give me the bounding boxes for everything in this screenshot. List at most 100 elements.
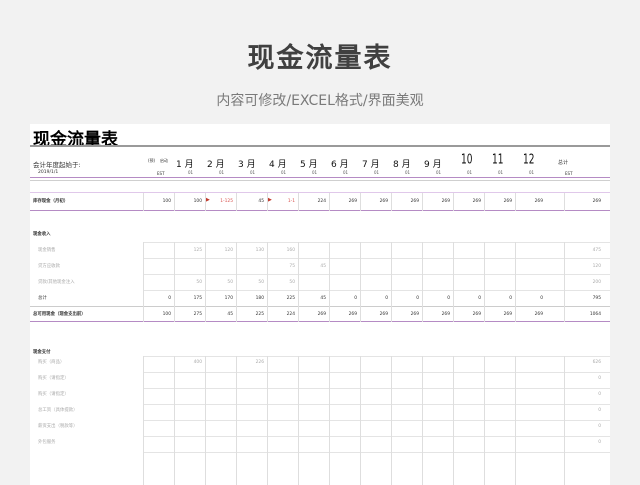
month-value-6: 269 — [348, 312, 357, 317]
flag-icon: ▶ — [206, 197, 210, 203]
month-value-1: 125 — [193, 248, 202, 253]
column-divider — [236, 242, 237, 306]
month-header-8: 8 月 — [393, 160, 411, 170]
income-row-label: 现金销售 — [38, 248, 56, 253]
page-subtitle: 内容可修改/EXCEL格式/界面美观 — [216, 93, 424, 109]
pre-start-sub: EST — [157, 171, 165, 176]
column-divider — [360, 356, 361, 485]
month-header-7: 7 月 — [362, 160, 380, 170]
income-row-label: 贷方应收款 — [38, 264, 60, 269]
month-value-6: 0 — [354, 296, 357, 301]
month-sub-10: 01 — [467, 170, 473, 175]
expense-header: 现金支付 — [33, 350, 51, 355]
column-divider — [205, 356, 206, 485]
column-divider — [143, 193, 144, 211]
title-rule — [30, 145, 610, 147]
month-header-6: 6 月 — [331, 160, 349, 170]
expense-row-label: 购买（请指定） — [38, 392, 69, 397]
income-row-divider — [143, 258, 610, 259]
total-value: 0 — [598, 440, 601, 445]
total-value: 200 — [592, 280, 601, 285]
month-header-3: 3 月 — [238, 160, 256, 170]
month-sub-8: 01 — [405, 170, 411, 175]
expense-row-divider — [143, 436, 610, 437]
month-sub-1: 01 — [188, 170, 194, 175]
column-divider — [174, 193, 175, 211]
total-value: 795 — [592, 296, 601, 301]
month-value-4: 75 — [289, 264, 295, 269]
pre-start-label: 启动 — [160, 158, 168, 163]
month-value-7: 269 — [379, 312, 388, 317]
page-title: 现金流量表 — [247, 43, 393, 74]
month-value-2: 170 — [224, 296, 233, 301]
column-divider — [484, 242, 485, 306]
month-value-5: 269 — [317, 312, 326, 317]
pre-start-value: 100 — [162, 312, 171, 317]
month-value-3: 180 — [255, 296, 264, 301]
column-divider — [422, 242, 423, 306]
month-sub-7: 01 — [374, 170, 380, 175]
month-value-7: 0 — [385, 296, 388, 301]
column-divider — [515, 356, 516, 485]
spreadsheet: 现金流量表 会计年度起始于: 2019/1/1 (预) 启动 EST 1 月 01 2 月 01… — [30, 124, 610, 485]
month-sub-5: 01 — [312, 170, 318, 175]
expense-row-divider — [143, 420, 610, 421]
column-divider — [329, 356, 330, 485]
column-divider — [329, 193, 330, 211]
total-value: 0 — [598, 392, 601, 397]
column-divider — [484, 193, 485, 211]
column-divider — [484, 306, 485, 322]
month-value-5: 224 — [317, 199, 326, 204]
column-divider — [236, 356, 237, 485]
column-divider — [329, 306, 330, 322]
month-value-6: 269 — [348, 199, 357, 204]
expense-row-divider — [143, 404, 610, 405]
total-value: 0 — [598, 408, 601, 413]
available-row-top — [30, 306, 610, 307]
month-value-10: 0 — [478, 296, 481, 301]
month-value-12: 269 — [534, 312, 543, 317]
column-divider — [391, 193, 392, 211]
total-value: 0 — [598, 376, 601, 381]
expense-row-divider — [143, 452, 610, 453]
pre-start-value: 100 — [162, 199, 171, 204]
column-divider — [267, 356, 268, 485]
column-divider — [205, 193, 206, 211]
expense-row-divider — [143, 388, 610, 389]
expense-row-label: 购买（请指定） — [38, 376, 69, 381]
fiscal-year-label: 会计年度起始于: — [33, 161, 81, 169]
column-divider — [205, 306, 206, 322]
column-divider — [564, 242, 565, 306]
total-header: 总计 — [558, 160, 569, 166]
column-divider — [267, 193, 268, 211]
total-value: 475 — [592, 248, 601, 253]
pre-start-value: 0 — [168, 296, 171, 301]
month-value-9: 269 — [441, 199, 450, 204]
column-divider — [564, 356, 565, 485]
month-value-1: 175 — [193, 296, 202, 301]
column-divider — [453, 356, 454, 485]
month-sub-4: 01 — [281, 170, 287, 175]
column-divider — [422, 356, 423, 485]
month-value-1: 100 — [193, 199, 202, 204]
income-row-divider — [143, 290, 610, 291]
month-value-10: 269 — [472, 312, 481, 317]
month-sub-11: 01 — [498, 170, 504, 175]
column-divider — [453, 306, 454, 322]
month-value-3: 226 — [255, 360, 264, 365]
month-value-5: 45 — [320, 296, 326, 301]
month-sub-9: 01 — [436, 170, 442, 175]
expense-row-label: 薪资支出（税款等） — [38, 424, 78, 429]
total-value: 269 — [592, 199, 601, 204]
month-sub-12: 01 — [529, 170, 535, 175]
month-value-8: 269 — [410, 312, 419, 317]
month-header-1: 1 月 — [176, 160, 194, 170]
column-divider — [174, 306, 175, 322]
column-divider — [360, 306, 361, 322]
month-value-12: 269 — [534, 199, 543, 204]
opening-row-top — [30, 192, 610, 193]
month-value-2: 50 — [227, 280, 233, 285]
expense-row-divider — [143, 372, 610, 373]
month-value-9: 0 — [447, 296, 450, 301]
month-value-3: 130 — [255, 248, 264, 253]
